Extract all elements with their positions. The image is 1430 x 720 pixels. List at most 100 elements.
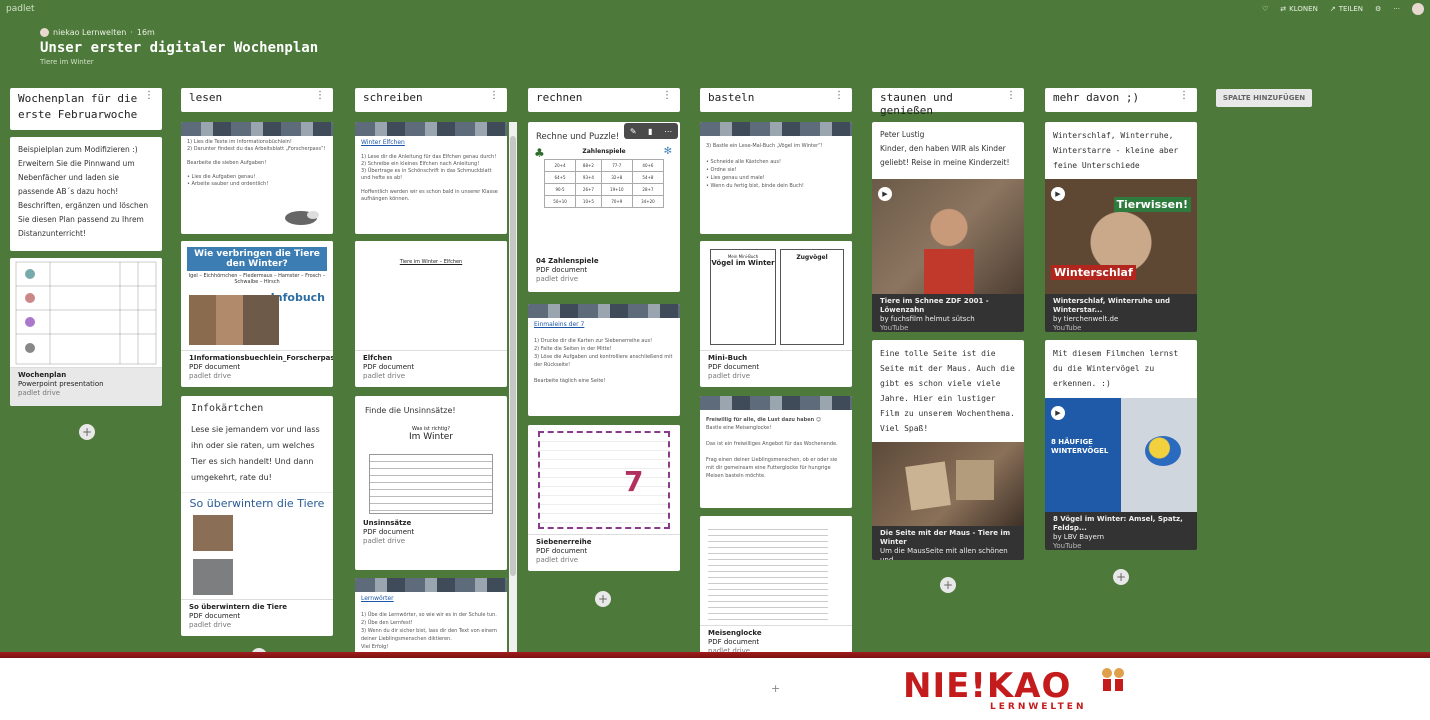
board-title: Unser erster digitaler Wochenplan [40, 40, 319, 56]
maus-caption: Die Seite mit der Maus - Tiere im Winter… [872, 526, 1024, 560]
video-title: Die Seite mit der Maus - Tiere im Winter [880, 529, 1011, 546]
more-icon[interactable]: ⋯ [664, 127, 672, 136]
column-menu-icon[interactable]: ⋮ [1006, 91, 1016, 101]
math-grid: 20+4 88+2 77-7 40+6 64+5 93+4 32+8 54+8 90-5 26… [543, 159, 665, 208]
scrollbar-thumb[interactable] [510, 136, 516, 576]
column-menu-icon[interactable]: ⋮ [315, 91, 325, 101]
maus-card[interactable]: Eine tolle Seite ist die Seite mit der M… [872, 340, 1024, 560]
unsinn-caption: Unsinnsätze PDF document padlet drive [355, 516, 507, 550]
column-scrollbar[interactable] [509, 122, 517, 690]
meisenglocke-thumbnail [700, 516, 852, 626]
trash-icon[interactable]: ▮ [648, 127, 652, 136]
freiwillig-line-4: Frag einen deiner Lieblingsmenschen, ob … [706, 457, 838, 479]
kids-logo-icon [1102, 668, 1124, 691]
infobuch-thumbnail: Wie verbringen die Tiere den Winter? Ige… [181, 241, 333, 351]
basteln-step-5: Wenn du fertig bist, binde dein Buch! [710, 183, 804, 189]
lernwoerter-link[interactable]: Lernwörter [361, 595, 394, 602]
unsinn-card[interactable]: Finde die Unsinnsätze! Was ist richtig? … [355, 396, 507, 570]
add-post-button[interactable]: + [79, 424, 95, 440]
peter-lustig-video[interactable]: ▶ [872, 179, 1024, 294]
winterschlaf-card[interactable]: Winterschlaf, Winterruhe, Winterstarre -… [1045, 122, 1197, 332]
video-author: by fuchsfilm helmut sütsch [880, 315, 975, 323]
attachment-title: 1Informationsbuechlein_Forscherpass [189, 354, 333, 362]
gear-icon[interactable]: ⚙ [1375, 5, 1381, 13]
infobuch-card[interactable]: Wie verbringen die Tiere den Winter? Ige… [181, 241, 333, 387]
play-icon[interactable]: ▶ [1051, 406, 1065, 420]
play-icon[interactable]: ▶ [1051, 187, 1065, 201]
winter-elfchen-link[interactable]: Winter Elfchen [361, 139, 405, 146]
wochenplan-thumbnail [10, 258, 162, 368]
winterschlaf-video[interactable]: ▶ Tierwissen! Winterschlaf [1045, 179, 1197, 294]
add-post-button[interactable]: + [940, 577, 956, 593]
intro-card[interactable]: Beispielplan zum Modifizieren :) Erweite… [10, 137, 162, 251]
column-title: staunen und genießen [880, 91, 953, 117]
play-icon[interactable]: ▶ [878, 187, 892, 201]
winterschlaf-text: Winterschlaf, Winterruhe, Winterstarre -… [1045, 122, 1197, 179]
wochenplan-card[interactable]: Wochenplan Powerpoint presentation padle… [10, 258, 162, 406]
video-author: by tierchenwelt.de [1053, 315, 1119, 323]
attachment-type: PDF document [189, 363, 241, 371]
basteln-step-4: Lies genau und male! [710, 175, 765, 181]
column-header: schreiben ⋮ [355, 88, 507, 112]
heart-icon[interactable]: ♡ [1262, 5, 1268, 13]
edit-icon[interactable]: ✎ [630, 127, 637, 136]
task-preview: 1) Lies die Texte im Informationsbüchlei… [187, 139, 326, 187]
snowflake-icon: ✻ [663, 146, 672, 157]
attachment-source: padlet drive [708, 372, 751, 380]
basteln-step-1: 3) Bastle ein Lese-Mal-Buch „Vögel im Wi… [706, 143, 823, 149]
attachment-source: padlet drive [536, 556, 579, 564]
add-post-button[interactable]: + [1113, 569, 1129, 585]
meta-separator: · [130, 28, 133, 37]
task-preview: Einmaleins der 7 1) Drucke dir die Karte… [528, 318, 680, 388]
author-name[interactable]: niekao Lernwelten [53, 28, 126, 37]
animal-photo-2 [193, 559, 233, 595]
voegel-card[interactable]: Mit diesem Filmchen lernst du die Winter… [1045, 340, 1197, 550]
column-menu-icon[interactable]: ⋮ [144, 91, 154, 101]
lesen-task-card[interactable]: 1) Lies die Texte im Informationsbüchlei… [181, 122, 333, 234]
schreiben-task-card[interactable]: Winter Elfchen 1) Lese dir die Anleitung… [355, 122, 507, 234]
add-column-button[interactable]: SPALTE HINZUFÜGEN [1216, 89, 1312, 107]
board-meta: niekao Lernwelten · 16m [40, 28, 155, 37]
peter-lustig-card[interactable]: Peter Lustig Kinder, den haben WIR als K… [872, 122, 1024, 332]
card-banner [700, 396, 852, 410]
more-icon[interactable]: ··· [1393, 5, 1400, 13]
worksheet-frame [538, 431, 670, 529]
freiwillig-card[interactable]: Freiwillig für alle, die Lust dazu haben… [700, 396, 852, 508]
column-menu-icon[interactable]: ⋮ [489, 91, 499, 101]
share-button[interactable]: ↗ TEILEN [1330, 5, 1363, 13]
meisenglocke-card[interactable]: Meisenglocke PDF document padlet drive [700, 516, 852, 662]
maus-text: Eine tolle Seite ist die Seite mit der M… [872, 340, 1024, 442]
author-avatar [40, 28, 49, 37]
maus-video[interactable] [872, 442, 1024, 526]
lernwoerter-step-2: 2) Übe den Lernfest! [361, 620, 413, 626]
card-banner [700, 122, 852, 136]
elfchen-card[interactable]: Tiere im Winter – Elfchen Elfchen PDF do… [355, 241, 507, 387]
clone-button[interactable]: ⇄ KLONEN [1280, 5, 1318, 13]
footer-add-icon[interactable]: + [771, 682, 780, 695]
minibuch-card[interactable]: Mein Mini-Buch Vögel im Winter Zugvögel … [700, 241, 852, 387]
attachment-type: PDF document [708, 363, 760, 371]
video-author: by LBV Bayern [1053, 533, 1105, 541]
column-menu-icon[interactable]: ⋮ [834, 91, 844, 101]
basteln-task-card[interactable]: 3) Bastle ein Lese-Mal-Buch „Vögel im Wi… [700, 122, 852, 234]
niekao-logo-sub: LERNWELTEN [990, 702, 1087, 712]
einmaleins-link[interactable]: Einmaleins der 7 [534, 321, 584, 328]
bird-icon [1145, 436, 1181, 466]
elfchen-thumb-title: Tiere im Winter – Elfchen [399, 259, 463, 265]
column-menu-icon[interactable]: ⋮ [1179, 91, 1189, 101]
padlet-brand[interactable]: padlet [6, 4, 35, 14]
siebener-caption: Siebenerreihe PDF document padlet drive [528, 535, 680, 569]
user-avatar[interactable] [1412, 3, 1424, 15]
column-menu-icon[interactable]: ⋮ [662, 91, 672, 101]
animal-photo-1 [193, 515, 233, 551]
add-post-button[interactable]: + [595, 591, 611, 607]
zahlenspiele-card[interactable]: Rechne und Puzzle! Zahlenspiele ♣ ✻ 20+4… [528, 122, 680, 292]
video-title: Winterschlaf, Winterruhe und Winterstar.… [1053, 297, 1171, 314]
einmaleins-card[interactable]: Einmaleins der 7 1) Drucke dir die Karte… [528, 304, 680, 416]
infokaertchen-card[interactable]: Infokärtchen Lese sie jemandem vor und l… [181, 396, 333, 636]
top-bar: padlet ♡ ⇄ KLONEN ↗ TEILEN ⚙ ··· [0, 0, 1430, 22]
voegel-video[interactable]: ▶ 8 HÄUFIGE WINTERVÖGEL [1045, 398, 1197, 512]
unsinn-thumbnail: Was ist richtig? Im Winter [355, 420, 507, 516]
attachment-title: So überwintern die Tiere [189, 603, 288, 611]
siebener-card[interactable]: 7 Siebenerreihe PDF document padlet driv… [528, 425, 680, 571]
